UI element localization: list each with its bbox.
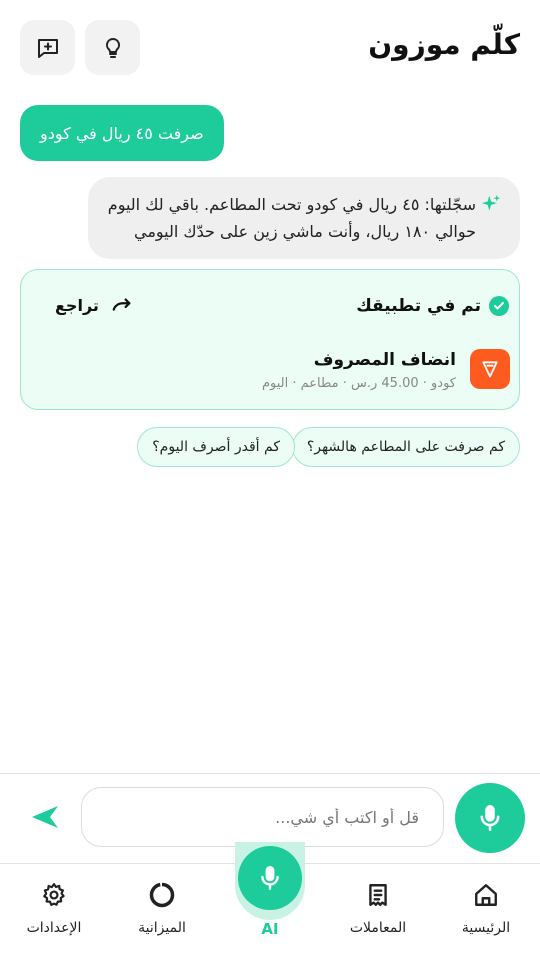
suggestion-chip[interactable]: كم صرفت على المطاعم هالشهر؟ (291, 427, 520, 467)
ai-message-line: سجّلتها: ٤٥ ريال في كودو تحت المطاعم. با… (107, 195, 476, 214)
action-result-card: تم في تطبيقك تراجع انضاف المصروف كودو · … (20, 269, 520, 410)
lightbulb-icon (105, 37, 120, 58)
page-title: كلّم موزون (368, 28, 520, 61)
nav-item-ai[interactable] (238, 846, 302, 910)
gear-icon (43, 883, 65, 906)
nav-label-settings: الإعدادات (26, 920, 82, 936)
nav-item-home[interactable]: الرئيسية (441, 880, 531, 936)
donut-chart-icon (149, 882, 175, 908)
redo-arrow-icon (112, 297, 131, 311)
undo-button[interactable]: تراجع (55, 296, 133, 315)
ai-message-bubble: سجّلتها: ٤٥ ريال في كودو تحت المطاعم. با… (88, 177, 520, 259)
nav-item-budget[interactable]: الميزانية (117, 880, 207, 936)
check-circle-icon (489, 296, 509, 316)
home-icon (475, 884, 497, 906)
nav-label-home: الرئيسية (461, 920, 511, 936)
new-chat-button[interactable] (20, 20, 75, 75)
nav-item-settings[interactable]: الإعدادات (9, 880, 99, 936)
send-icon[interactable] (28, 800, 62, 834)
nav-label-budget: الميزانية (138, 920, 186, 936)
message-input[interactable] (81, 787, 444, 847)
ai-message-line: حوالي ١٨٠ ريال، وأنت ماشي زين على حدّك ا… (134, 222, 476, 241)
new-chat-icon (37, 38, 58, 58)
voice-input-button[interactable] (455, 783, 525, 853)
user-message-bubble: صرفت ٤٥ ريال في كودو (20, 105, 224, 161)
divider (0, 773, 540, 774)
merchant-icon (470, 349, 510, 389)
status-row: تم في تطبيقك (356, 296, 509, 316)
transaction-title: انضاف المصروف (313, 350, 456, 370)
microphone-icon (261, 865, 279, 891)
receipt-icon (369, 884, 387, 906)
tips-button[interactable] (85, 20, 140, 75)
nav-label-ai: AI (261, 920, 279, 938)
transaction-meta: كودو · 45.00 ر.س · مطاعم · اليوم (261, 376, 456, 391)
sparkle-icon (481, 194, 501, 211)
suggestion-chip[interactable]: كم أقدر أصرف اليوم؟ (137, 427, 295, 467)
undo-label: تراجع (55, 296, 99, 315)
nav-label-transactions: المعاملات (349, 920, 407, 936)
nav-item-transactions[interactable]: المعاملات (333, 880, 423, 936)
microphone-icon (480, 805, 500, 831)
status-text: تم في تطبيقك (356, 296, 481, 316)
